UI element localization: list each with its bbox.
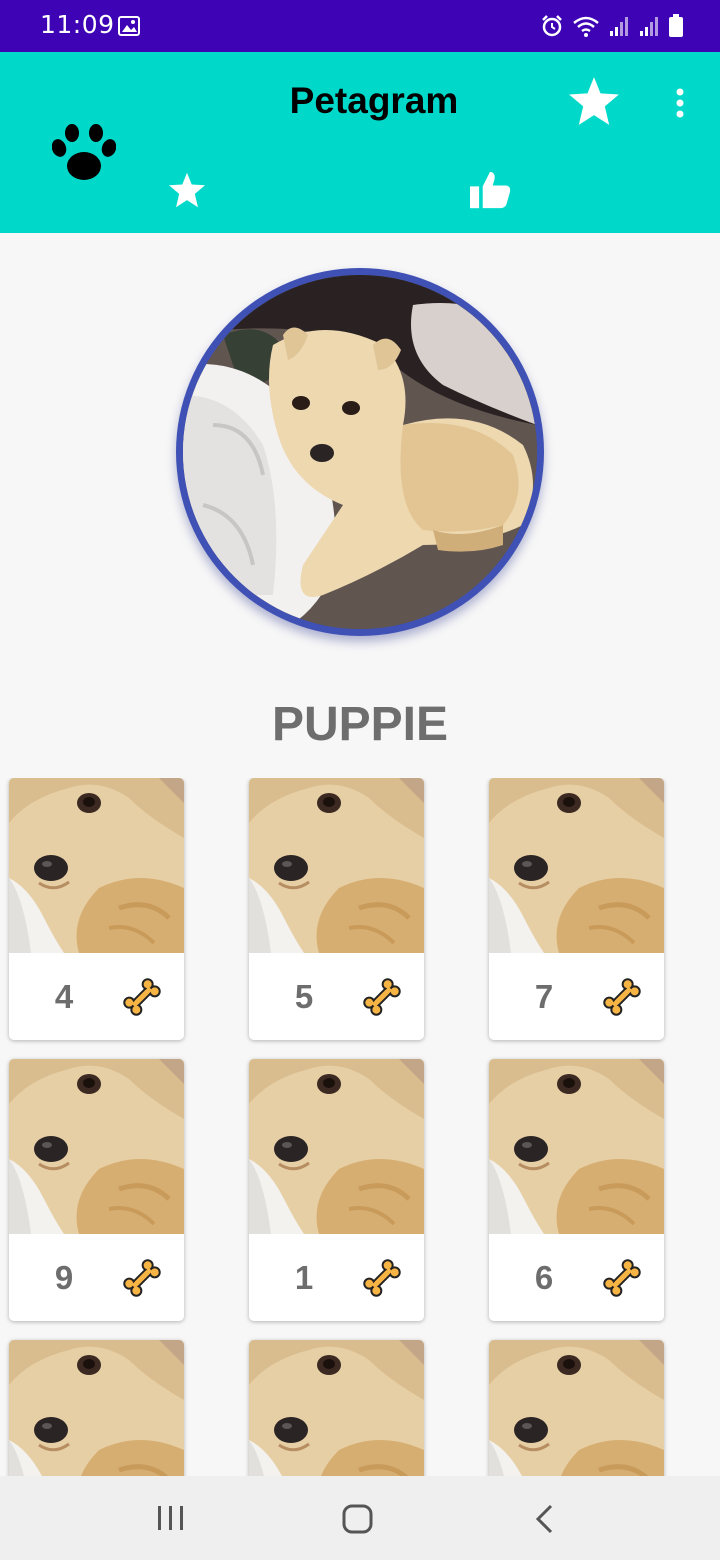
pet-photo [489, 778, 664, 953]
profile-photo [183, 275, 537, 629]
photo-card[interactable]: 4 [9, 778, 184, 1040]
pet-photo [489, 1340, 664, 1476]
thumbs-up-icon[interactable] [468, 170, 512, 215]
like-count: 5 [294, 978, 314, 1015]
back-icon[interactable] [534, 1504, 556, 1539]
pet-photo [249, 778, 424, 953]
bone-icon [362, 1258, 402, 1303]
photo-card[interactable] [9, 1340, 184, 1476]
navigation-bar [0, 1476, 720, 1560]
signal-icon [638, 15, 660, 42]
pet-photo [249, 1059, 424, 1234]
bone-icon [122, 977, 162, 1022]
pet-photo [9, 1059, 184, 1234]
photo-card[interactable] [249, 1340, 424, 1476]
battery-icon [668, 14, 684, 43]
like-count: 6 [534, 1259, 554, 1296]
photo-card[interactable]: 5 [249, 778, 424, 1040]
pet-name: PUPPIE [271, 698, 449, 751]
bone-icon [602, 1258, 642, 1303]
pet-photo [249, 1340, 424, 1476]
photo-card[interactable]: 6 [489, 1059, 664, 1321]
photo-card[interactable]: 9 [9, 1059, 184, 1321]
wifi-icon [572, 14, 600, 43]
paw-icon [51, 124, 117, 187]
bone-icon [122, 1258, 162, 1303]
like-count: 1 [294, 1259, 314, 1296]
recents-icon[interactable] [156, 1505, 186, 1536]
home-icon[interactable] [342, 1504, 374, 1539]
pet-photo [9, 778, 184, 953]
bone-icon [362, 977, 402, 1022]
favorites-star-icon[interactable] [568, 76, 620, 131]
status-time: 11:09 [40, 10, 115, 39]
like-count: 9 [54, 1259, 74, 1296]
app-bar: Petagram [0, 52, 720, 233]
gallery-icon [118, 16, 140, 41]
photo-grid: 4 5 7 9 1 6 [0, 778, 720, 1476]
status-bar: 11:09 [0, 0, 720, 52]
photo-card[interactable]: 1 [249, 1059, 424, 1321]
bone-icon [602, 977, 642, 1022]
like-count: 7 [534, 978, 554, 1015]
tab-star-icon[interactable] [168, 172, 206, 213]
more-vert-icon[interactable] [674, 88, 686, 123]
photo-card[interactable] [489, 1340, 664, 1476]
photo-card[interactable]: 7 [489, 778, 664, 1040]
signal-icon [608, 15, 630, 42]
pet-photo [9, 1340, 184, 1476]
profile-avatar [176, 268, 544, 636]
pet-photo [489, 1059, 664, 1234]
alarm-icon [540, 14, 564, 43]
like-count: 4 [54, 978, 74, 1015]
status-icons [540, 14, 684, 43]
